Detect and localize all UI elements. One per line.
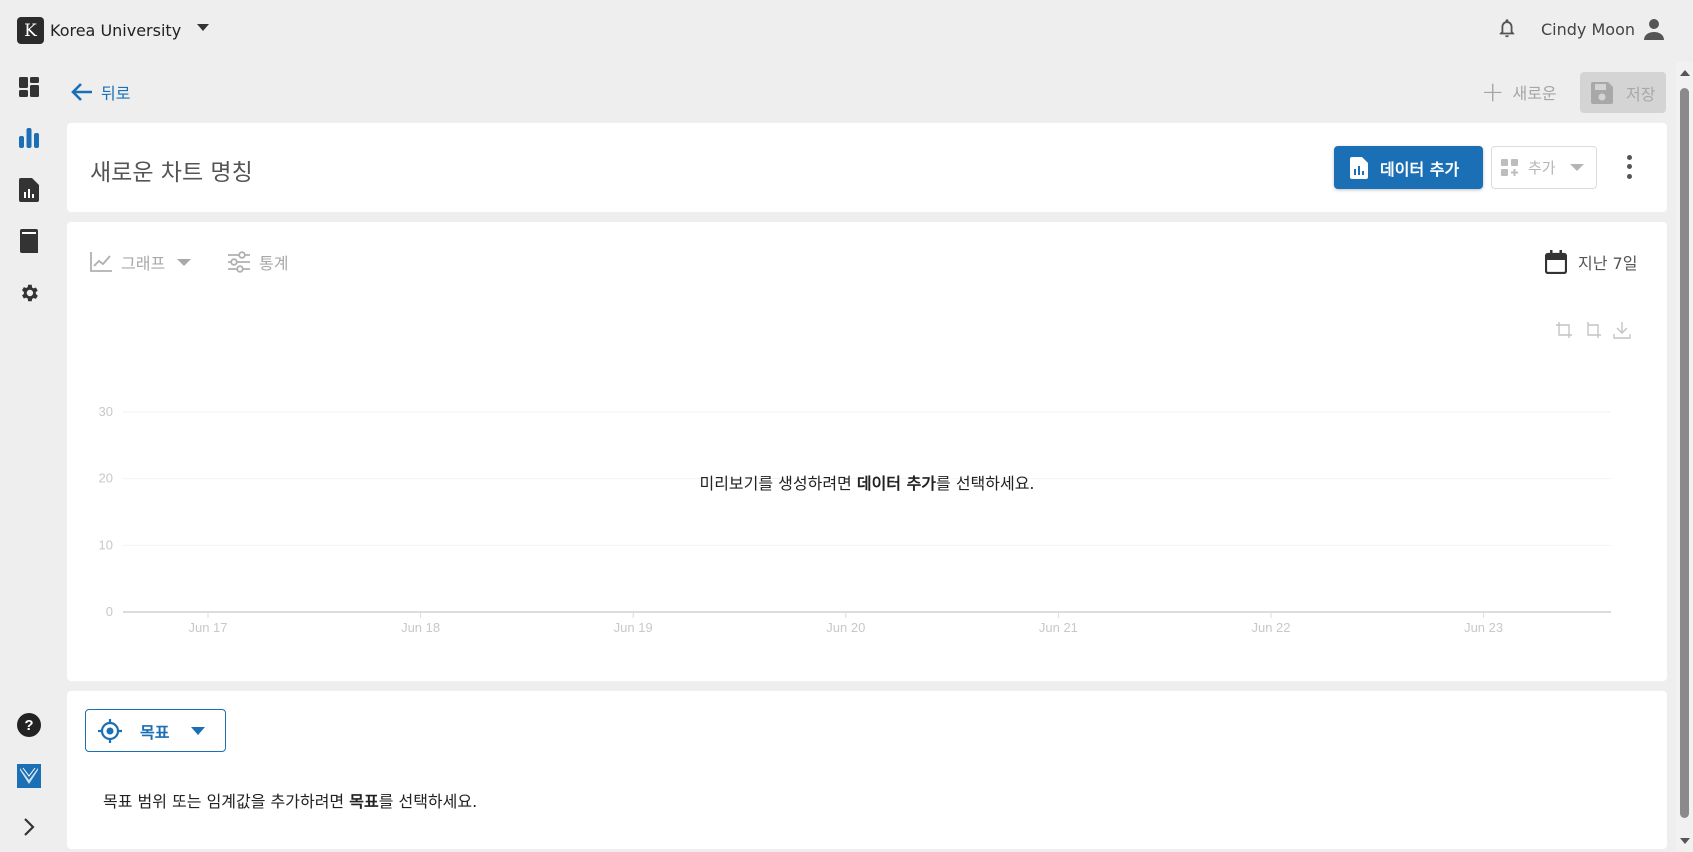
x-tick-label: Jun 23 — [1464, 620, 1503, 635]
back-label: 뒤로 — [101, 84, 131, 103]
chart-plot: 0102030Jun 17 Jun 18 Jun 19 Jun 20 Jun 21 Jun… — [99, 404, 1611, 635]
bar-chart-icon[interactable] — [17, 126, 41, 150]
x-tick-label: Jun 19 — [614, 620, 653, 635]
add-label: 추가 — [1528, 159, 1556, 177]
scroll-down-arrow-icon[interactable] — [1680, 838, 1690, 844]
goal-card: 목표 목표 범위 또는 임계값을 추가하려면 목표를 선택하세요. — [67, 691, 1667, 849]
chart-title-card: 새로운 차트 명칭 데이터 추가 추가 — [67, 123, 1667, 212]
arrow-left-icon — [71, 83, 92, 101]
save-label: 저장 — [1626, 84, 1656, 104]
chart-title[interactable]: 새로운 차트 명칭 — [90, 153, 253, 187]
add-widget-dropdown[interactable]: 추가 — [1491, 146, 1597, 189]
plus-icon: + — [1481, 75, 1505, 108]
chart-empty-message: 미리보기를 생성하려면 데이터 추가를 선택하세요. — [67, 470, 1667, 494]
book-icon[interactable] — [17, 229, 41, 253]
expand-rail-icon[interactable] — [17, 815, 41, 839]
x-tick-label: Jun 17 — [188, 620, 227, 635]
back-button[interactable]: 뒤로 — [71, 80, 130, 104]
goal-label: 목표 — [140, 722, 170, 742]
empty-suffix: 를 선택하세요. — [936, 474, 1035, 493]
new-label: 새로운 — [1512, 84, 1557, 103]
empty-prefix: 미리보기를 생성하려면 — [699, 474, 857, 493]
chevron-down-icon — [191, 726, 206, 735]
chevron-down-icon — [1569, 164, 1584, 171]
org-switcher[interactable]: K Korea University — [17, 17, 181, 44]
user-avatar-icon[interactable] — [1642, 16, 1666, 42]
empty-bold: 데이터 추가 — [856, 474, 937, 493]
top-bar: K Korea University Cindy Moon — [0, 0, 1693, 62]
add-data-label: 데이터 추가 — [1380, 159, 1460, 179]
save-disk-icon — [1591, 81, 1613, 104]
user-name[interactable]: Cindy Moon — [1541, 20, 1635, 39]
svg-text:?: ? — [24, 717, 33, 734]
bell-icon[interactable] — [1496, 16, 1518, 40]
widget-add-icon — [1501, 158, 1518, 176]
goal-msg-prefix: 목표 범위 또는 임계값을 추가하려면 — [103, 792, 350, 811]
new-button[interactable]: + 새로운 — [1481, 78, 1557, 106]
org-name: Korea University — [50, 21, 182, 40]
goal-message: 목표 범위 또는 임계값을 추가하려면 목표를 선택하세요. — [103, 788, 477, 812]
settings-icon[interactable] — [17, 281, 41, 305]
org-logo: K — [17, 17, 44, 44]
more-options-icon[interactable] — [1619, 153, 1639, 181]
add-data-button[interactable]: 데이터 추가 — [1334, 146, 1483, 189]
y-tick-label: 0 — [106, 604, 113, 619]
y-tick-label: 30 — [99, 404, 113, 419]
page-scrollbar[interactable] — [1676, 62, 1693, 852]
goal-msg-suffix: 를 선택하세요. — [378, 792, 478, 811]
x-tick-label: Jun 22 — [1251, 620, 1290, 635]
target-icon — [98, 718, 122, 743]
chart-card: 그래프 통계 지난 7일 0 10 20 30 Jun 17 Jun 18 Jun 19 Ju… — [67, 222, 1667, 681]
x-tick-label: Jun 18 — [401, 620, 440, 635]
brand-logo-icon[interactable] — [17, 764, 41, 788]
help-icon[interactable]: ? — [17, 713, 41, 737]
dashboard-icon[interactable] — [17, 75, 41, 99]
report-icon[interactable] — [17, 178, 41, 202]
y-tick-label: 10 — [99, 537, 113, 552]
x-tick-label: Jun 20 — [826, 620, 865, 635]
x-tick-label: Jun 21 — [1039, 620, 1078, 635]
goal-dropdown-button[interactable]: 목표 — [85, 709, 226, 752]
scroll-up-arrow-icon[interactable] — [1680, 70, 1690, 76]
scroll-thumb[interactable] — [1680, 88, 1689, 818]
save-button[interactable]: 저장 — [1580, 72, 1666, 113]
report-add-icon — [1350, 156, 1368, 179]
org-dropdown-caret-icon[interactable] — [197, 24, 209, 31]
goal-msg-bold: 목표 — [349, 792, 379, 811]
